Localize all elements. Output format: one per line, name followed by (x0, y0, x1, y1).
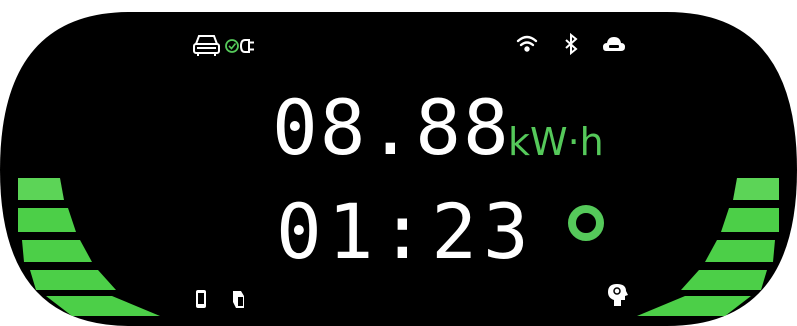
left-bar-2 (18, 208, 76, 232)
energy-unit: kW·h (508, 120, 604, 164)
left-bar-3 (22, 240, 92, 262)
time-value: 01:23 (276, 187, 535, 276)
right-bar-2 (721, 208, 779, 232)
energy-value: 08.88 (272, 83, 511, 172)
phone-icon (196, 290, 206, 308)
charger-lcd-display: 08.88 kW·h 01:23 (0, 12, 797, 326)
right-bar-1 (733, 178, 779, 200)
left-bar-1 (18, 178, 64, 200)
right-bar-3 (705, 240, 775, 262)
